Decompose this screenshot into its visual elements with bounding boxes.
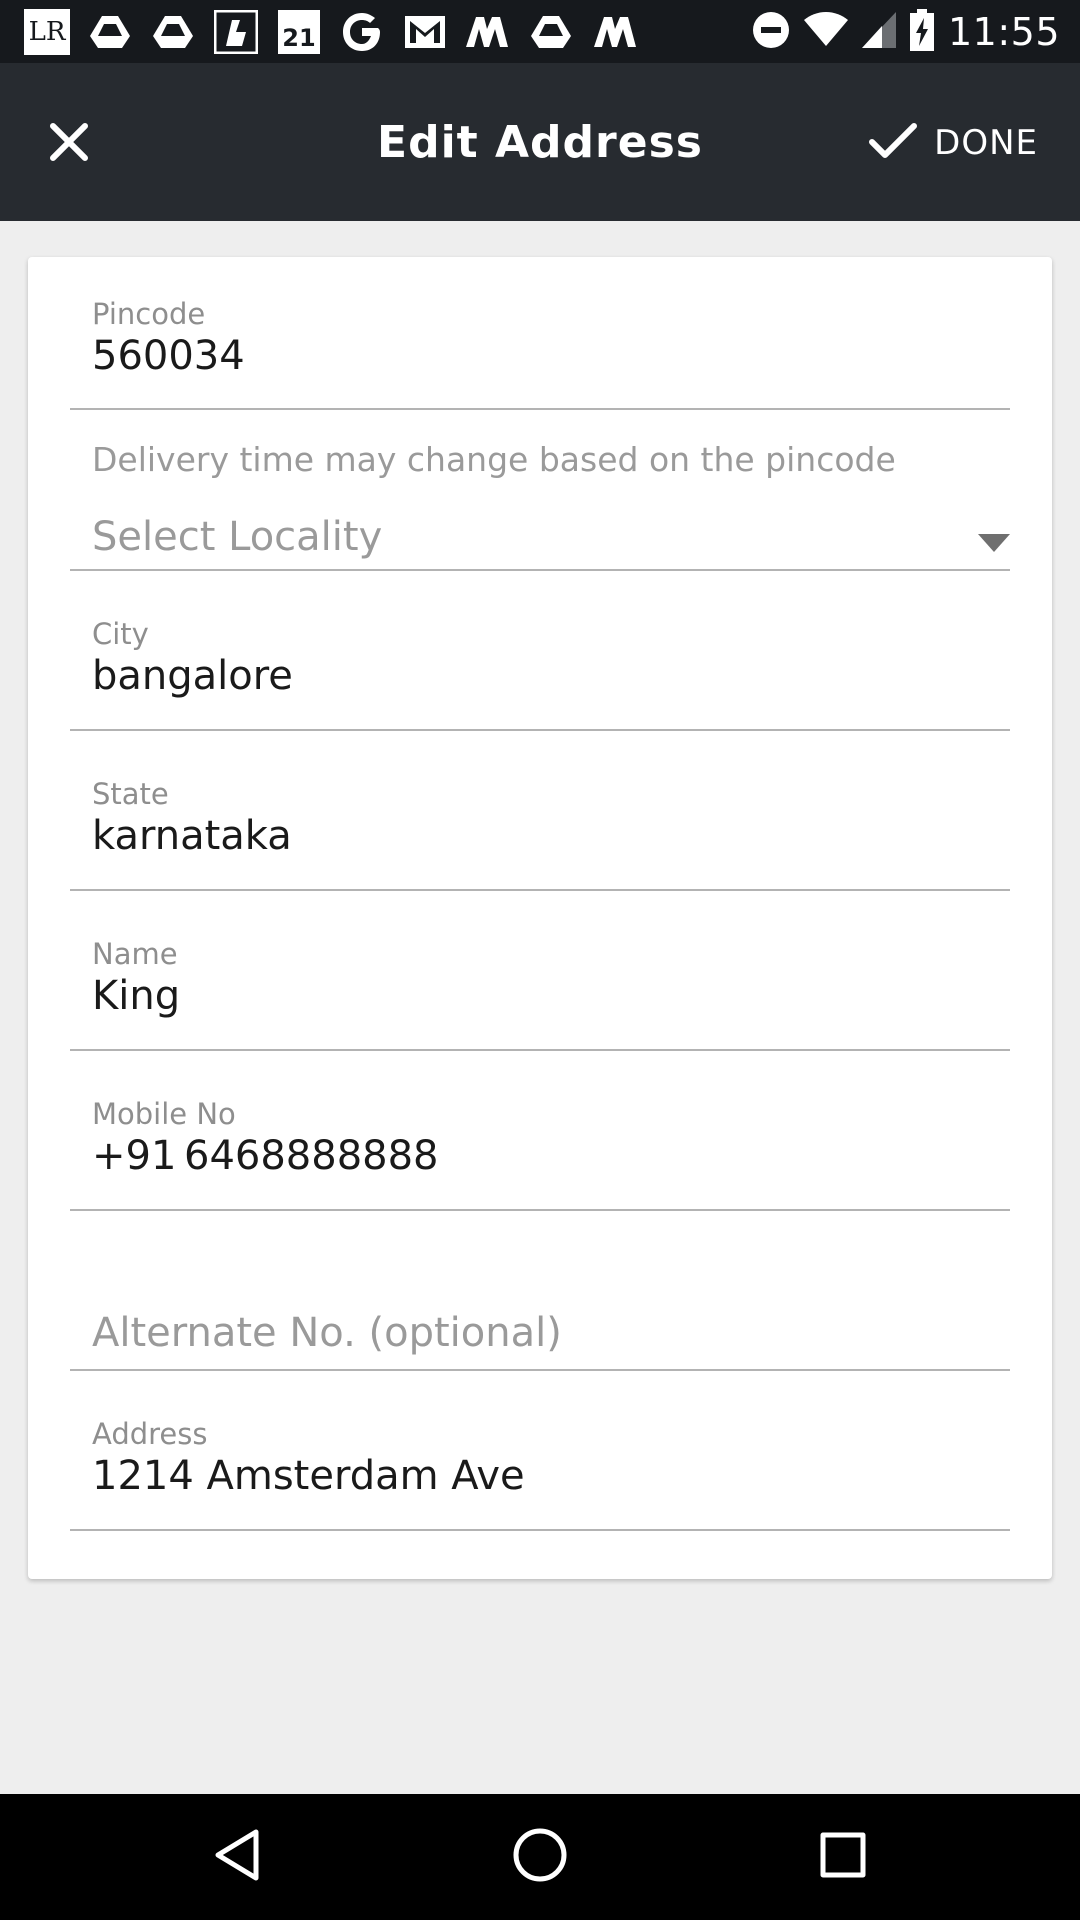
pincode-value[interactable]: 560034 <box>92 333 245 379</box>
pincode-field[interactable]: Pincode 560034 <box>70 297 1010 410</box>
done-label: DONE <box>934 123 1038 163</box>
mobile-field[interactable]: Mobile No +91 6468888888 <box>70 1097 1010 1211</box>
city-label: City <box>92 617 149 651</box>
state-field[interactable]: State karnataka <box>70 777 1010 891</box>
drive-icon <box>90 0 130 63</box>
gmail-icon <box>404 0 446 63</box>
lr-icon: LR <box>24 0 70 63</box>
city-value[interactable]: bangalore <box>92 653 293 699</box>
name-label: Name <box>92 937 178 971</box>
home-button[interactable] <box>505 1824 575 1890</box>
cell-signal-icon <box>861 11 896 52</box>
locality-dropdown[interactable]: Select Locality <box>70 512 1010 571</box>
m-icon <box>592 0 638 63</box>
drive-icon <box>531 0 571 63</box>
app-icon <box>214 0 258 63</box>
address-value[interactable]: 1214 Amsterdam Ave <box>92 1453 525 1499</box>
address-label: Address <box>92 1417 208 1451</box>
battery-charging-icon <box>909 8 934 55</box>
state-value[interactable]: karnataka <box>92 813 292 859</box>
wifi-icon <box>803 11 848 52</box>
alternate-number-placeholder: Alternate No. (optional) <box>92 1310 562 1356</box>
check-icon <box>868 121 918 165</box>
clock: 11:55 <box>947 9 1060 54</box>
address-form-card: Pincode 560034 Delivery time may change … <box>28 257 1052 1579</box>
city-field[interactable]: City bangalore <box>70 617 1010 731</box>
do-not-disturb-icon <box>752 11 790 53</box>
back-button[interactable] <box>202 1824 272 1890</box>
mobile-value[interactable]: 6468888888 <box>184 1133 439 1179</box>
recents-button[interactable] <box>808 1824 878 1890</box>
locality-placeholder: Select Locality <box>92 514 383 560</box>
app-bar: Edit Address DONE <box>0 63 1080 221</box>
mobile-prefix: +91 <box>92 1133 177 1179</box>
address-field[interactable]: Address 1214 Amsterdam Ave <box>70 1417 1010 1531</box>
home-circle-icon <box>512 1827 568 1887</box>
state-label: State <box>92 777 169 811</box>
alternate-number-field[interactable]: Alternate No. (optional) <box>70 1302 1010 1371</box>
name-value[interactable]: King <box>92 973 180 1019</box>
drive-icon <box>153 0 193 63</box>
google-icon <box>340 0 384 63</box>
status-bar: LR 21 11:55 <box>0 0 1080 63</box>
done-button[interactable]: DONE <box>868 113 1038 173</box>
pincode-helper-text: Delivery time may change based on the pi… <box>92 440 896 479</box>
dropdown-arrow-icon <box>978 534 1010 552</box>
name-field[interactable]: Name King <box>70 937 1010 1051</box>
pincode-label: Pincode <box>92 297 206 331</box>
navigation-bar <box>0 1794 1080 1920</box>
mobile-label: Mobile No <box>92 1097 236 1131</box>
m-icon <box>464 0 510 63</box>
back-triangle-icon <box>212 1828 262 1886</box>
recents-square-icon <box>819 1831 867 1883</box>
forever21-icon: 21 <box>278 0 320 63</box>
